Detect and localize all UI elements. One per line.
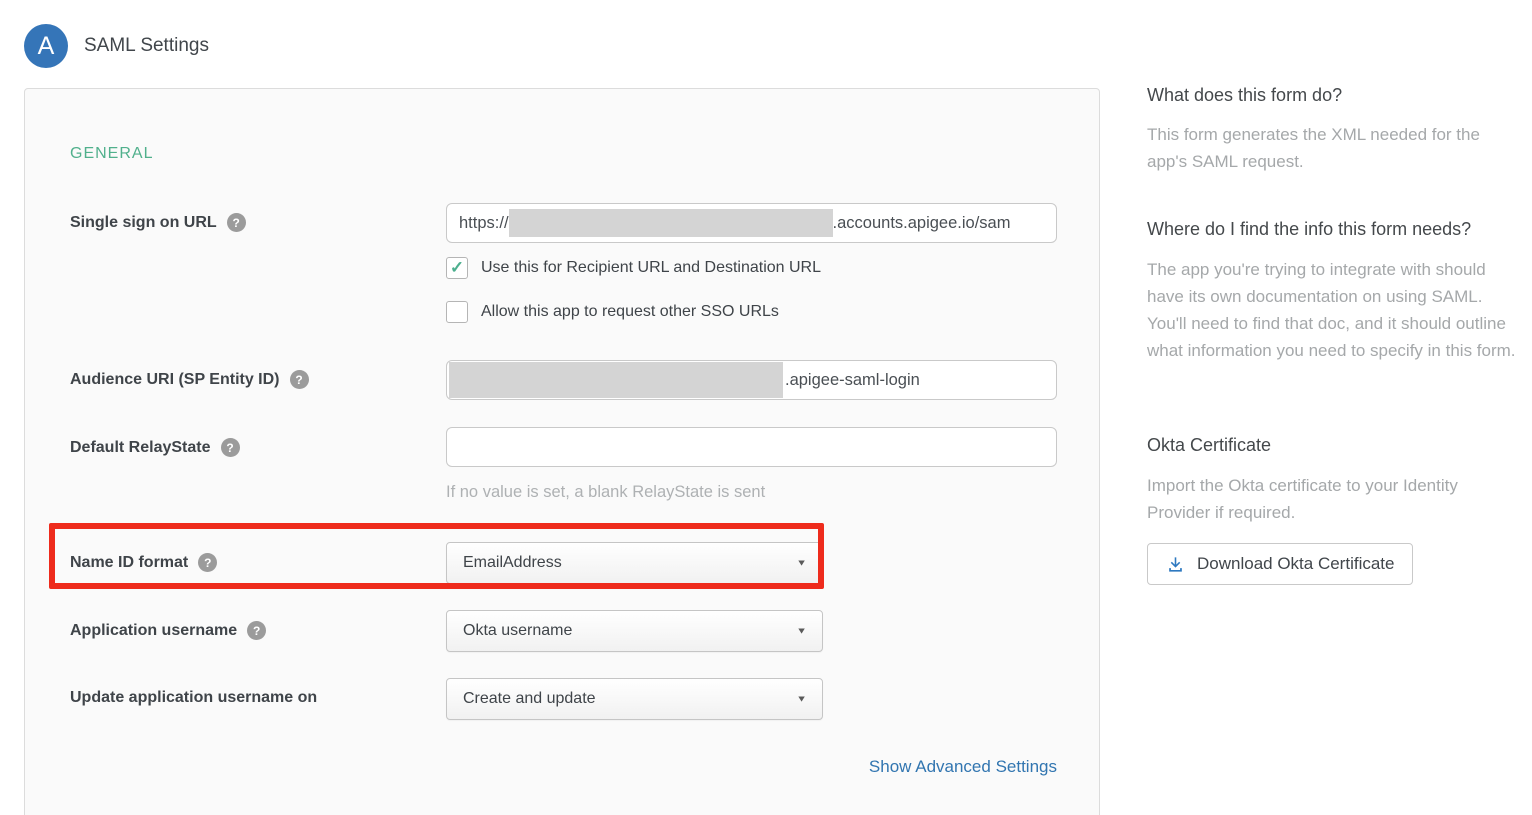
help-icon[interactable]: ? <box>198 553 217 572</box>
recipient-url-checkbox-row: ✓ Use this for Recipient URL and Destina… <box>446 257 821 279</box>
okta-certificate-body: Import the Okta certificate to your Iden… <box>1147 472 1521 526</box>
name-id-format-dropdown[interactable]: EmailAddress ▼ <box>446 542 823 584</box>
where-find-info-heading: Where do I find the info this form needs… <box>1147 219 1532 240</box>
what-does-form-do-heading: What does this form do? <box>1147 85 1342 106</box>
help-icon[interactable]: ? <box>290 370 309 389</box>
application-username-label: Application username ? <box>70 621 266 640</box>
recipient-url-checkbox[interactable]: ✓ <box>446 257 468 279</box>
step-a-badge: A <box>24 24 68 68</box>
sso-url-prefix: https:// <box>459 214 509 233</box>
application-username-dropdown[interactable]: Okta username ▼ <box>446 610 823 652</box>
sso-url-suffix: .accounts.apigee.io/sam <box>833 214 1011 233</box>
update-username-label-text: Update application username on <box>70 689 317 707</box>
general-section-label: GENERAL <box>70 145 153 163</box>
update-username-label: Update application username on <box>70 689 317 707</box>
okta-certificate-heading: Okta Certificate <box>1147 435 1271 456</box>
chevron-down-icon: ▼ <box>796 626 807 636</box>
redacted-text-block <box>509 209 833 237</box>
help-icon[interactable]: ? <box>227 213 246 232</box>
recipient-url-checkbox-label: Use this for Recipient URL and Destinati… <box>481 259 821 277</box>
redacted-text-block <box>449 362 783 398</box>
default-relaystate-label: Default RelayState ? <box>70 438 240 457</box>
single-sign-on-url-input[interactable]: https:// .accounts.apigee.io/sam <box>446 203 1057 243</box>
name-id-format-label: Name ID format ? <box>70 553 217 572</box>
download-icon <box>1166 555 1185 574</box>
audience-uri-suffix: .apigee-saml-login <box>785 371 920 390</box>
download-okta-certificate-button[interactable]: Download Okta Certificate <box>1147 543 1413 585</box>
update-username-dropdown[interactable]: Create and update ▼ <box>446 678 823 720</box>
single-sign-on-url-label-text: Single sign on URL <box>70 214 217 232</box>
chevron-down-icon: ▼ <box>796 558 807 568</box>
saml-settings-panel: GENERAL Single sign on URL ? https:// .a… <box>24 88 1100 815</box>
where-find-info-body: The app you're trying to integrate with … <box>1147 256 1521 364</box>
update-username-value: Create and update <box>463 690 596 708</box>
audience-uri-label: Audience URI (SP Entity ID) ? <box>70 370 309 389</box>
audience-uri-input[interactable]: .apigee-saml-login <box>446 360 1057 400</box>
help-icon[interactable]: ? <box>221 438 240 457</box>
show-advanced-settings-link[interactable]: Show Advanced Settings <box>446 757 1057 777</box>
other-sso-checkbox[interactable] <box>446 301 468 323</box>
default-relaystate-label-text: Default RelayState <box>70 439 211 457</box>
name-id-format-value: EmailAddress <box>463 554 562 572</box>
audience-uri-label-text: Audience URI (SP Entity ID) <box>70 371 280 389</box>
download-button-label: Download Okta Certificate <box>1197 554 1394 574</box>
other-sso-checkbox-label: Allow this app to request other SSO URLs <box>481 303 779 321</box>
application-username-value: Okta username <box>463 622 572 640</box>
relaystate-helper-text: If no value is set, a blank RelayState i… <box>446 483 765 502</box>
saml-settings-page: A SAML Settings GENERAL Single sign on U… <box>0 0 1532 815</box>
single-sign-on-url-label: Single sign on URL ? <box>70 213 246 232</box>
what-does-form-do-body: This form generates the XML needed for t… <box>1147 121 1521 175</box>
page-title: SAML Settings <box>84 35 209 57</box>
chevron-down-icon: ▼ <box>796 694 807 704</box>
help-icon[interactable]: ? <box>247 621 266 640</box>
other-sso-checkbox-row: Allow this app to request other SSO URLs <box>446 301 779 323</box>
name-id-format-label-text: Name ID format <box>70 554 188 572</box>
default-relaystate-input[interactable] <box>446 427 1057 467</box>
application-username-label-text: Application username <box>70 622 237 640</box>
